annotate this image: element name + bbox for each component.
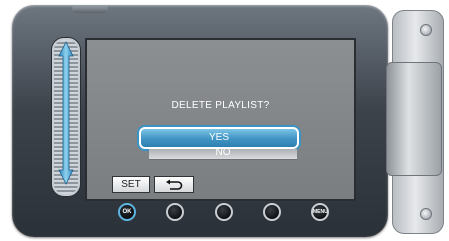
menu-hardware-button[interactable]: MENU [311, 203, 329, 221]
hardware-button-4[interactable] [263, 203, 281, 221]
yes-button[interactable]: YES [139, 127, 299, 149]
dialog-question: DELETE PLAYLIST? [171, 100, 270, 111]
camera-body: DELETE PLAYLIST? YES NO SET OK MENU [0, 0, 449, 241]
ok-hardware-button[interactable]: OK [118, 203, 136, 221]
set-button[interactable]: SET [112, 176, 150, 193]
screw-icon [420, 208, 432, 220]
no-button[interactable]: NO [149, 149, 297, 160]
up-down-arrow-icon [58, 41, 74, 185]
screw-icon [420, 24, 432, 36]
return-arrow-icon [166, 179, 183, 190]
hardware-button-2[interactable] [166, 203, 184, 221]
housing-tab [72, 5, 108, 13]
touch-slider[interactable] [52, 38, 80, 196]
hardware-button-3[interactable] [215, 203, 233, 221]
lcd-hinge [386, 10, 446, 234]
lcd-screen: DELETE PLAYLIST? YES NO SET [85, 38, 356, 201]
hinge-bar [386, 62, 442, 176]
back-button[interactable] [154, 176, 194, 193]
